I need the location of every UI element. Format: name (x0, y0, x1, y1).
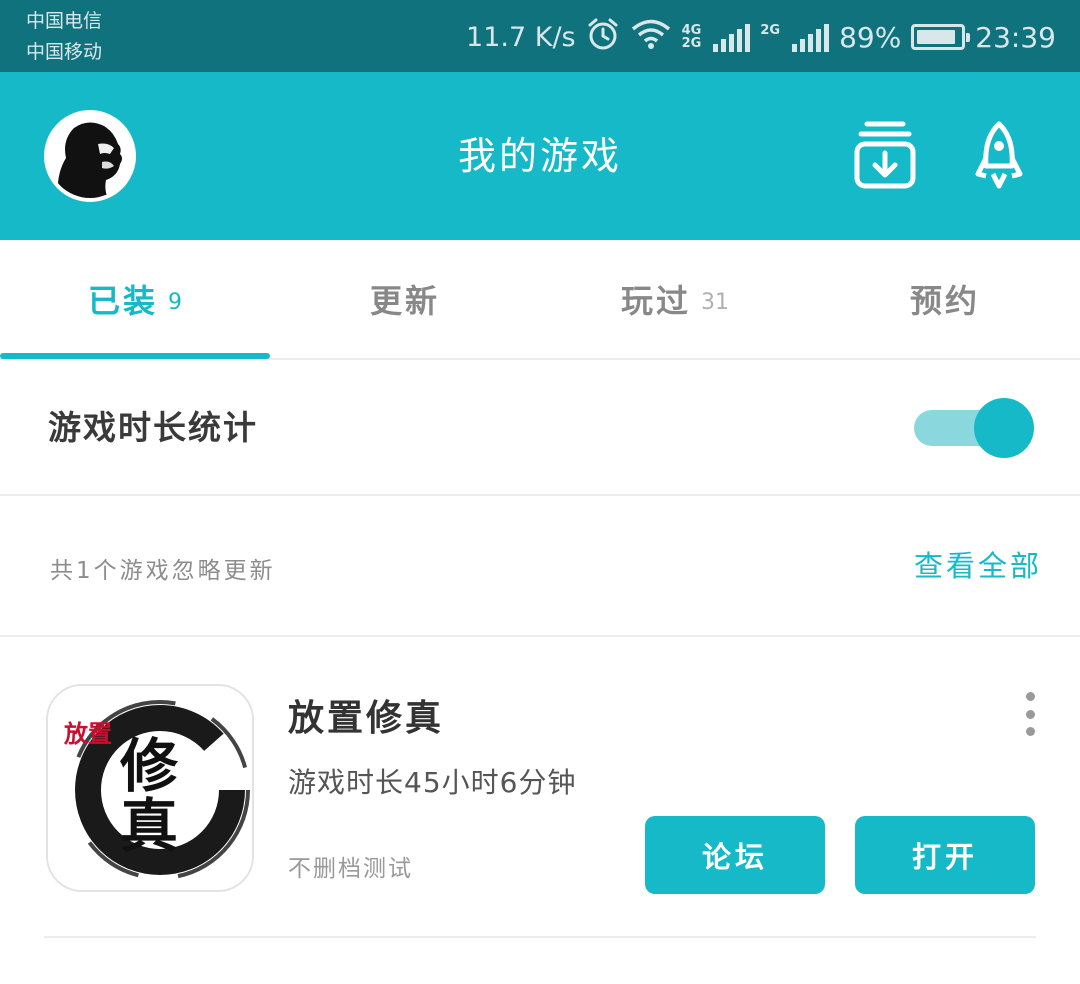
more-dot-icon (1025, 692, 1035, 701)
tab-label: 更新 (369, 282, 440, 320)
status-indicators: 11.7 K/s 4G 2G 2G 89% 23:39 (466, 14, 1056, 60)
tab-played[interactable]: 玩过 31 (540, 240, 810, 358)
game-icon[interactable]: 放置 修 真 (46, 684, 254, 892)
wifi-icon (630, 18, 672, 57)
tab-count: 31 (701, 289, 729, 315)
signal-icon-2 (792, 22, 830, 52)
app-header: 我的游戏 (0, 72, 1080, 240)
network-type-2: 2G (760, 24, 780, 50)
ignored-updates-row: 共1个游戏忽略更新 查看全部 (0, 497, 1080, 637)
battery-percent: 89% (839, 20, 902, 54)
game-playtime: 游戏时长45小时6分钟 (288, 766, 577, 799)
tab-bar: 已装 9 更新 玩过 31 预约 (0, 240, 1080, 360)
game-icon-text-small: 放置 (63, 719, 112, 748)
view-all-link[interactable]: 查看全部 (914, 543, 1042, 585)
tab-updates[interactable]: 更新 (270, 240, 540, 358)
active-tab-indicator (0, 353, 270, 359)
game-status-tag: 不删档测试 (288, 856, 413, 882)
status-bar: 中国电信 中国移动 11.7 K/s 4G 2G 2G 89% 23:39 (0, 0, 1080, 72)
avatar[interactable] (44, 110, 136, 202)
playtime-stats-row: 游戏时长统计 (0, 360, 1080, 496)
download-manager-button[interactable] (848, 120, 922, 194)
battery-icon (911, 24, 971, 50)
signal-icon-1 (713, 22, 751, 52)
more-options-button[interactable] (1014, 689, 1046, 739)
game-icon-text-big-2: 真 (120, 792, 178, 860)
tab-installed[interactable]: 已装 9 (0, 240, 270, 358)
tab-count: 9 (168, 289, 182, 315)
tab-label: 玩过 (620, 282, 691, 320)
alarm-icon (586, 17, 620, 58)
divider (44, 936, 1036, 938)
game-icon-text-big-1: 修 (120, 732, 179, 800)
tab-label: 预约 (909, 282, 980, 320)
net-tag-2g: 2G (681, 36, 702, 51)
download-icon (853, 120, 917, 194)
carrier-info: 中国电信 中国移动 (26, 6, 102, 68)
open-game-button[interactable]: 打开 (855, 816, 1035, 894)
tab-label: 已装 (87, 282, 158, 320)
more-dot-icon (1025, 709, 1035, 719)
forum-button[interactable]: 论坛 (645, 816, 825, 894)
playtime-stats-label: 游戏时长统计 (48, 408, 258, 447)
game-name[interactable]: 放置修真 (288, 689, 444, 741)
speed-up-button[interactable] (962, 120, 1036, 194)
toggle-thumb (974, 398, 1034, 458)
ignored-updates-text: 共1个游戏忽略更新 (50, 558, 276, 584)
tab-reserved[interactable]: 预约 (810, 240, 1080, 358)
carrier-1: 中国电信 (26, 10, 103, 32)
more-dot-icon (1025, 727, 1035, 736)
rocket-icon (974, 120, 1024, 194)
network-type-1: 4G 2G (682, 24, 702, 50)
game-list-item[interactable]: 放置 修 真 放置修真 游戏时长45小时6分钟 不删档测试 论坛 打开 (0, 639, 1080, 939)
net-speed: 11.7 K/s (466, 21, 576, 53)
playtime-stats-toggle[interactable] (914, 398, 1034, 458)
clock: 23:39 (975, 20, 1056, 54)
carrier-2: 中国移动 (26, 41, 103, 63)
